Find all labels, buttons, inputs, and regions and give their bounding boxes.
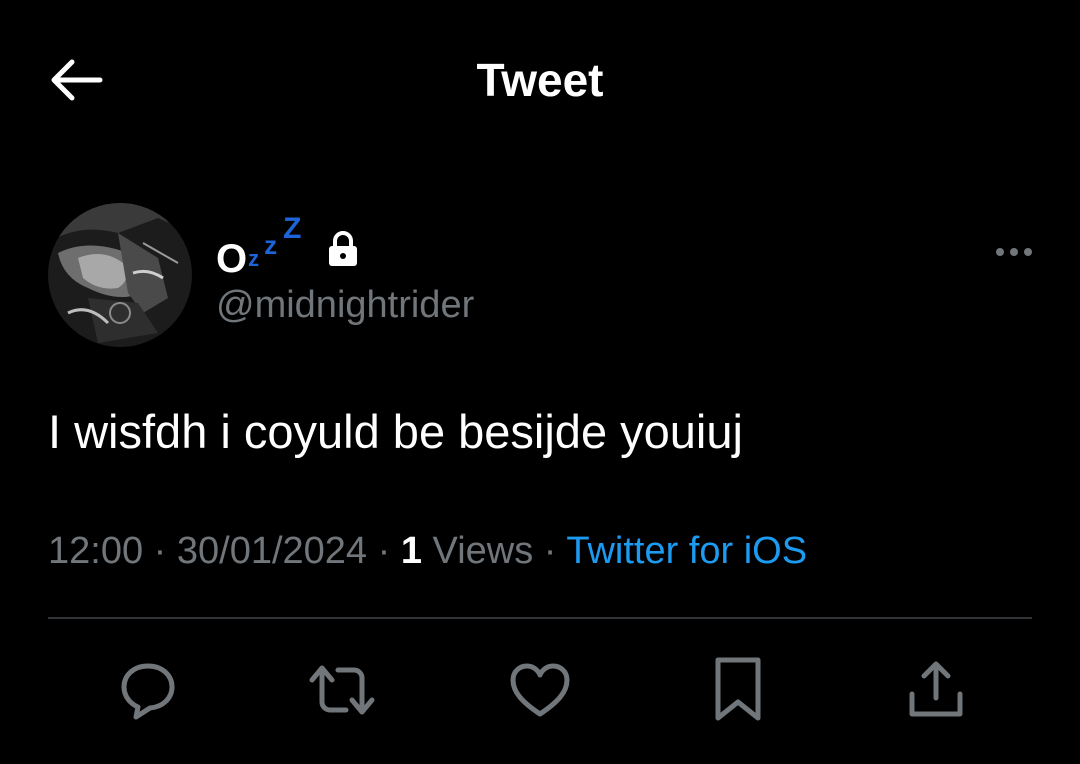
sleeping-emoji: z z Z bbox=[247, 212, 305, 272]
more-options-button[interactable] bbox=[988, 230, 1040, 274]
tweet-meta: 12:00 · 30/01/2024 · 1 Views · Twitter f… bbox=[48, 524, 807, 578]
emoji-z-large: Z bbox=[283, 212, 302, 245]
views-label[interactable]: Views bbox=[422, 530, 534, 572]
author-handle[interactable]: @midnightrider bbox=[216, 282, 474, 328]
display-name[interactable]: O z z Z bbox=[216, 212, 305, 282]
tweet-text: I wisfdh i coyuld be besijde youiuj bbox=[48, 405, 743, 458]
like-button[interactable] bbox=[500, 650, 580, 730]
meta-separator: · bbox=[533, 530, 567, 572]
avatar[interactable] bbox=[48, 203, 192, 347]
source-link[interactable]: Twitter for iOS bbox=[566, 530, 807, 572]
meta-separator: · bbox=[143, 530, 177, 572]
bookmark-button[interactable] bbox=[698, 650, 778, 730]
avatar-photo bbox=[48, 203, 192, 347]
tweet-time[interactable]: 12:00 bbox=[48, 530, 143, 572]
more-dots-icon bbox=[996, 248, 1032, 256]
author-name-row: O z z Z bbox=[216, 212, 361, 282]
emoji-z-small: z bbox=[248, 246, 260, 271]
reply-icon bbox=[121, 663, 175, 720]
action-bar bbox=[48, 640, 1032, 740]
page-title: Tweet bbox=[476, 54, 604, 106]
heart-icon bbox=[510, 663, 570, 717]
emoji-z-medium: z bbox=[264, 230, 278, 260]
tweet-date[interactable]: 30/01/2024 bbox=[177, 530, 367, 572]
meta-separator: · bbox=[367, 530, 401, 572]
share-button[interactable] bbox=[896, 650, 976, 730]
lock-icon bbox=[325, 229, 361, 269]
bookmark-icon bbox=[715, 657, 761, 721]
views-count[interactable]: 1 bbox=[401, 530, 422, 572]
share-icon bbox=[909, 661, 963, 717]
retweet-button[interactable] bbox=[302, 650, 382, 730]
display-name-text: O bbox=[216, 237, 248, 281]
retweet-icon bbox=[309, 665, 375, 715]
reply-button[interactable] bbox=[108, 650, 188, 730]
divider bbox=[48, 617, 1032, 619]
top-bar: Tweet bbox=[0, 0, 1080, 160]
